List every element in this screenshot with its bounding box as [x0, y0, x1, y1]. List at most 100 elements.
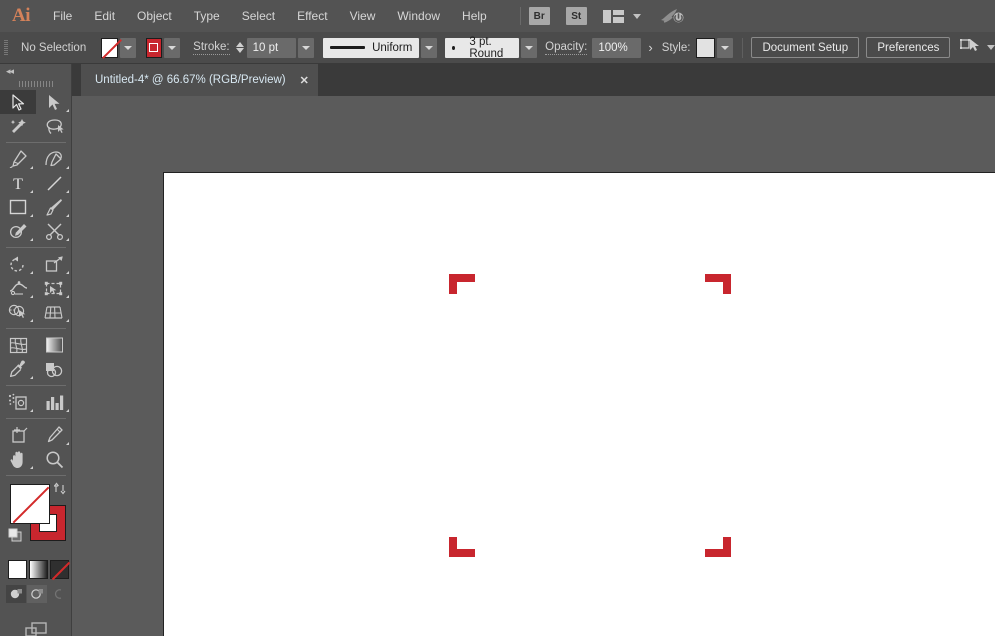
tool-flyout-indicator[interactable]	[66, 238, 69, 241]
stepper-down-icon[interactable]	[235, 48, 244, 53]
tool-flyout-indicator[interactable]	[66, 409, 69, 412]
chevron-down-icon[interactable]	[632, 13, 641, 19]
stroke-profile-dropdown-button[interactable]	[421, 37, 438, 58]
tool-flyout-indicator[interactable]	[30, 271, 33, 274]
menu-window[interactable]: Window	[386, 0, 451, 32]
menu-file[interactable]: File	[42, 0, 83, 32]
pen-tool[interactable]	[0, 147, 36, 171]
tool-flyout-indicator[interactable]	[66, 190, 69, 193]
menu-effect[interactable]: Effect	[286, 0, 338, 32]
direct-selection-tool[interactable]	[36, 90, 72, 114]
none-button[interactable]	[50, 560, 69, 579]
default-fill-stroke-icon[interactable]	[8, 528, 23, 548]
gradient-tool[interactable]	[36, 333, 72, 357]
zoom-tool[interactable]	[36, 447, 72, 471]
tool-flyout-indicator[interactable]	[66, 295, 69, 298]
menu-help[interactable]: Help	[451, 0, 498, 32]
shape-builder-tool[interactable]	[0, 300, 36, 324]
fill-dropdown-button[interactable]	[119, 37, 137, 58]
symbol-sprayer-tool[interactable]	[0, 390, 36, 414]
rocket-power-icon[interactable]	[659, 7, 685, 25]
tool-flyout-indicator[interactable]	[66, 166, 69, 169]
stepper-up-icon[interactable]	[235, 42, 244, 47]
fill-swatch[interactable]	[101, 37, 118, 58]
curvature-tool[interactable]	[36, 147, 72, 171]
tool-flyout-indicator[interactable]	[66, 214, 69, 217]
crop-mark-top-left[interactable]	[449, 274, 475, 294]
tool-flyout-indicator[interactable]	[30, 466, 33, 469]
graphic-style-dropdown-button[interactable]	[716, 37, 733, 58]
artboard-tool[interactable]	[0, 423, 36, 447]
stroke-swatch[interactable]	[145, 37, 163, 58]
document-setup-button[interactable]: Document Setup	[751, 37, 860, 58]
brush-dropdown-button[interactable]	[521, 37, 538, 58]
graphic-style-swatch[interactable]	[696, 37, 715, 58]
mesh-tool[interactable]	[0, 333, 36, 357]
arrange-documents-icon[interactable]	[602, 9, 624, 23]
tool-flyout-indicator[interactable]	[30, 409, 33, 412]
rectangle-tool[interactable]	[0, 195, 36, 219]
stroke-weight-input[interactable]: 10 pt	[246, 37, 296, 58]
width-tool[interactable]	[0, 276, 36, 300]
lasso-tool[interactable]	[36, 114, 72, 138]
shaper-tool[interactable]	[0, 219, 36, 243]
opacity-more-icon[interactable]: ›	[648, 40, 652, 55]
swap-fill-stroke-icon[interactable]	[53, 482, 66, 498]
tool-flyout-indicator[interactable]	[30, 295, 33, 298]
scissors-tool[interactable]	[36, 219, 72, 243]
menu-object[interactable]: Object	[126, 0, 183, 32]
gradient-button[interactable]	[29, 560, 48, 579]
hand-tool[interactable]	[0, 447, 36, 471]
menu-view[interactable]: View	[339, 0, 387, 32]
blend-tool[interactable]	[36, 357, 72, 381]
free-transform-tool[interactable]	[36, 276, 72, 300]
menu-select[interactable]: Select	[231, 0, 286, 32]
tool-flyout-indicator[interactable]	[30, 166, 33, 169]
control-bar-grip[interactable]	[4, 39, 9, 56]
tool-flyout-indicator[interactable]	[30, 376, 33, 379]
tool-flyout-indicator[interactable]	[30, 238, 33, 241]
stroke-weight-dropdown-button[interactable]	[297, 37, 314, 58]
tool-flyout-indicator[interactable]	[30, 319, 33, 322]
stroke-dropdown-button[interactable]	[164, 37, 181, 58]
document-tab[interactable]: Untitled-4* @ 66.67% (RGB/Preview) ✕	[81, 64, 318, 96]
canvas-area[interactable]	[72, 96, 995, 636]
perspective-grid-tool[interactable]	[36, 300, 72, 324]
slice-tool[interactable]	[36, 423, 72, 447]
collapse-panel-icon[interactable]: ◂◂	[0, 64, 71, 78]
stroke-profile-select[interactable]: Uniform	[323, 37, 420, 58]
tools-panel-grip[interactable]	[0, 78, 71, 90]
preferences-button[interactable]: Preferences	[866, 37, 951, 58]
stroke-weight-stepper[interactable]	[235, 42, 244, 53]
bridge-button[interactable]: Br	[528, 7, 550, 25]
line-segment-tool[interactable]	[36, 171, 72, 195]
column-graph-tool[interactable]	[36, 390, 72, 414]
close-icon[interactable]: ✕	[300, 74, 309, 87]
menu-edit[interactable]: Edit	[83, 0, 126, 32]
crop-mark-bottom-right[interactable]	[705, 537, 731, 557]
tool-flyout-indicator[interactable]	[30, 190, 33, 193]
draw-inside-button[interactable]	[48, 585, 68, 603]
tool-flyout-indicator[interactable]	[66, 109, 69, 112]
change-screen-mode-button[interactable]	[22, 621, 50, 636]
type-tool[interactable]: T	[0, 171, 36, 195]
brush-select[interactable]: 3 pt. Round	[445, 36, 520, 60]
rotate-tool[interactable]	[0, 252, 36, 276]
menu-type[interactable]: Type	[183, 0, 231, 32]
tool-flyout-indicator[interactable]	[66, 442, 69, 445]
crop-mark-bottom-left[interactable]	[449, 537, 475, 557]
paintbrush-tool[interactable]	[36, 195, 72, 219]
chevron-down-icon[interactable]	[987, 45, 995, 50]
draw-behind-button[interactable]	[27, 585, 47, 603]
artboard[interactable]	[163, 172, 995, 636]
tool-flyout-indicator[interactable]	[66, 271, 69, 274]
fill-indicator[interactable]	[10, 484, 50, 524]
draw-normal-button[interactable]	[6, 585, 26, 603]
select-similar-objects-icon[interactable]	[960, 37, 980, 58]
selection-tool[interactable]	[0, 90, 36, 114]
eyedropper-tool[interactable]	[0, 357, 36, 381]
tool-flyout-indicator[interactable]	[30, 214, 33, 217]
crop-mark-top-right[interactable]	[705, 274, 731, 294]
stock-button[interactable]: St	[565, 7, 587, 25]
color-button[interactable]	[8, 560, 27, 579]
